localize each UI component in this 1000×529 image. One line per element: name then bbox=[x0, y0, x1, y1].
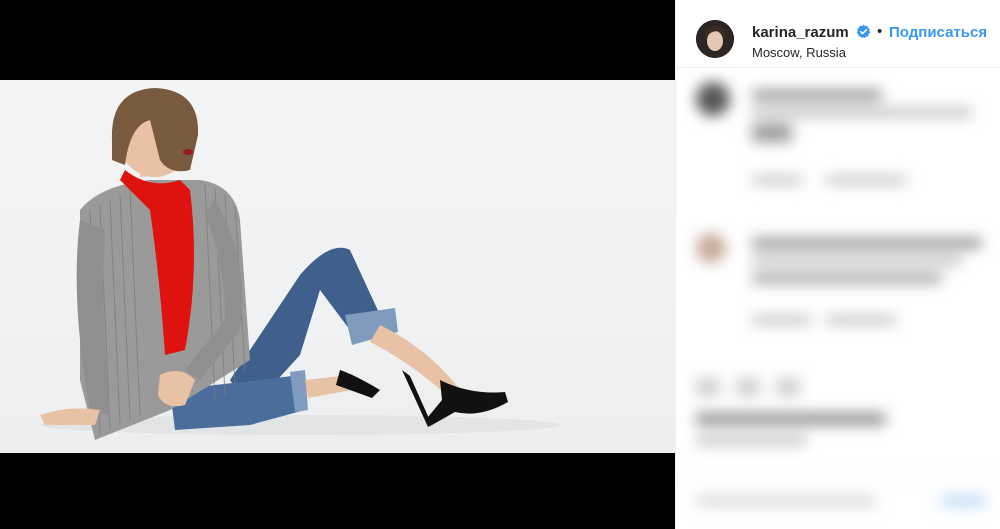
post-media-panel bbox=[0, 0, 675, 529]
verified-badge-icon bbox=[856, 24, 871, 39]
follow-button[interactable]: Подписаться bbox=[889, 24, 987, 41]
post-photo[interactable] bbox=[0, 80, 675, 453]
blurred-comments-area bbox=[676, 68, 1000, 529]
blurred-content bbox=[676, 68, 1000, 529]
fashion-photo-illustration bbox=[40, 88, 560, 440]
username-link[interactable]: karina_razum bbox=[752, 24, 849, 41]
post-sidebar: karina_razum • Подписаться Moscow, Russi… bbox=[675, 0, 1000, 529]
separator-dot: • bbox=[877, 23, 883, 40]
profile-avatar[interactable] bbox=[696, 20, 734, 58]
post-header: karina_razum • Подписаться Moscow, Russi… bbox=[676, 0, 1000, 68]
avatar-portrait-icon bbox=[696, 20, 734, 58]
location-link[interactable]: Moscow, Russia bbox=[752, 45, 846, 60]
